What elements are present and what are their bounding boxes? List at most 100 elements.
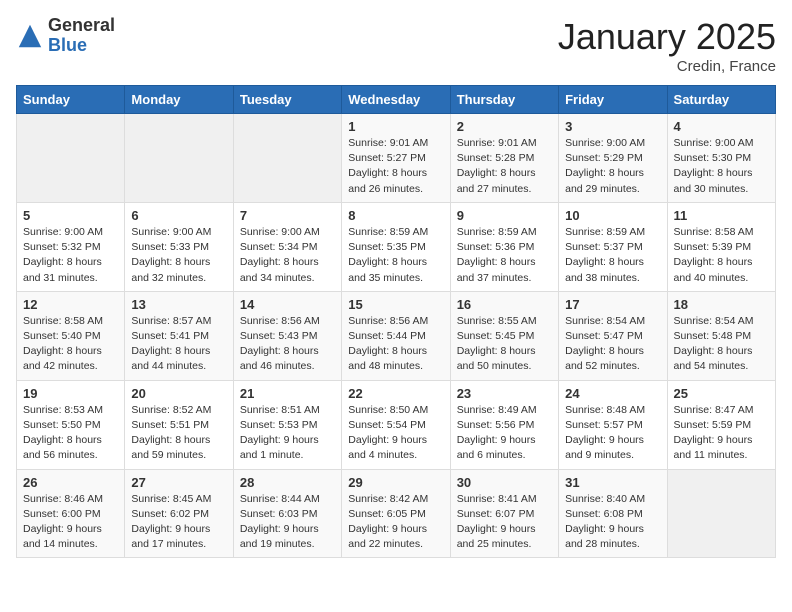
day-info: Sunrise: 8:59 AM Sunset: 5:37 PM Dayligh… <box>565 225 660 286</box>
weekday-header: Sunday <box>17 86 125 114</box>
logo: General Blue <box>16 16 115 56</box>
logo-blue: Blue <box>48 36 115 56</box>
day-number: 30 <box>457 475 552 490</box>
calendar-cell: 10 Sunrise: 8:59 AM Sunset: 5:37 PM Dayli… <box>559 202 667 291</box>
day-number: 4 <box>674 119 769 134</box>
day-number: 1 <box>348 119 443 134</box>
calendar-cell: 12Sunrise: 8:58 AM Sunset: 5:40 PM Dayli… <box>17 291 125 380</box>
day-number: 9 <box>457 208 552 223</box>
calendar-cell: 27Sunrise: 8:45 AM Sunset: 6:02 PM Dayli… <box>125 469 233 558</box>
day-number: 25 <box>674 386 769 401</box>
day-number: 7 <box>240 208 335 223</box>
calendar-week-row: 12Sunrise: 8:58 AM Sunset: 5:40 PM Dayli… <box>17 291 776 380</box>
calendar-cell: 21 Sunrise: 8:51 AM Sunset: 5:53 PM Dayli… <box>233 380 341 469</box>
calendar-cell: 4 Sunrise: 9:00 AM Sunset: 5:30 PM Daylig… <box>667 114 775 203</box>
calendar-cell: 18Sunrise: 8:54 AM Sunset: 5:48 PM Dayli… <box>667 291 775 380</box>
day-info: Sunrise: 8:56 AM Sunset: 5:43 PM Dayligh… <box>240 314 335 375</box>
day-number: 10 <box>565 208 660 223</box>
day-info: Sunrise: 9:01 AM Sunset: 5:27 PM Dayligh… <box>348 136 443 197</box>
day-info: Sunrise: 9:01 AM Sunset: 5:28 PM Dayligh… <box>457 136 552 197</box>
calendar-cell: 5Sunrise: 9:00 AM Sunset: 5:32 PM Daylig… <box>17 202 125 291</box>
day-info: Sunrise: 9:00 AM Sunset: 5:30 PM Dayligh… <box>674 136 769 197</box>
calendar-cell: 20 Sunrise: 8:52 AM Sunset: 5:51 PM Dayli… <box>125 380 233 469</box>
day-info: Sunrise: 9:00 AM Sunset: 5:29 PM Dayligh… <box>565 136 660 197</box>
calendar-cell: 22Sunrise: 8:50 AM Sunset: 5:54 PM Dayli… <box>342 380 450 469</box>
day-info: Sunrise: 8:44 AM Sunset: 6:03 PM Dayligh… <box>240 492 335 553</box>
calendar-cell: 3 Sunrise: 9:00 AM Sunset: 5:29 PM Daylig… <box>559 114 667 203</box>
day-info: Sunrise: 8:41 AM Sunset: 6:07 PM Dayligh… <box>457 492 552 553</box>
day-number: 31 <box>565 475 660 490</box>
day-number: 13 <box>131 297 226 312</box>
weekday-header: Monday <box>125 86 233 114</box>
day-number: 22 <box>348 386 443 401</box>
calendar-cell: 30 Sunrise: 8:41 AM Sunset: 6:07 PM Dayli… <box>450 469 558 558</box>
day-number: 19 <box>23 386 118 401</box>
month-title: January 2025 <box>558 16 776 58</box>
weekday-header: Wednesday <box>342 86 450 114</box>
day-number: 23 <box>457 386 552 401</box>
weekday-header: Tuesday <box>233 86 341 114</box>
calendar-cell <box>667 469 775 558</box>
day-info: Sunrise: 8:52 AM Sunset: 5:51 PM Dayligh… <box>131 403 226 464</box>
calendar-cell: 1 Sunrise: 9:01 AM Sunset: 5:27 PM Daylig… <box>342 114 450 203</box>
day-info: Sunrise: 8:47 AM Sunset: 5:59 PM Dayligh… <box>674 403 769 464</box>
day-number: 24 <box>565 386 660 401</box>
day-info: Sunrise: 8:54 AM Sunset: 5:47 PM Dayligh… <box>565 314 660 375</box>
calendar-cell: 25 Sunrise: 8:47 AM Sunset: 5:59 PM Dayli… <box>667 380 775 469</box>
logo-text: General Blue <box>48 16 115 56</box>
day-info: Sunrise: 8:53 AM Sunset: 5:50 PM Dayligh… <box>23 403 118 464</box>
day-info: Sunrise: 8:54 AM Sunset: 5:48 PM Dayligh… <box>674 314 769 375</box>
day-number: 16 <box>457 297 552 312</box>
day-info: Sunrise: 8:46 AM Sunset: 6:00 PM Dayligh… <box>23 492 118 553</box>
day-info: Sunrise: 8:51 AM Sunset: 5:53 PM Dayligh… <box>240 403 335 464</box>
calendar-cell: 14 Sunrise: 8:56 AM Sunset: 5:43 PM Dayli… <box>233 291 341 380</box>
calendar-cell: 23 Sunrise: 8:49 AM Sunset: 5:56 PM Dayli… <box>450 380 558 469</box>
day-number: 29 <box>348 475 443 490</box>
calendar-cell: 6Sunrise: 9:00 AM Sunset: 5:33 PM Daylig… <box>125 202 233 291</box>
weekday-header: Friday <box>559 86 667 114</box>
day-info: Sunrise: 8:59 AM Sunset: 5:36 PM Dayligh… <box>457 225 552 286</box>
day-number: 14 <box>240 297 335 312</box>
day-info: Sunrise: 8:49 AM Sunset: 5:56 PM Dayligh… <box>457 403 552 464</box>
calendar-cell: 7 Sunrise: 9:00 AM Sunset: 5:34 PM Daylig… <box>233 202 341 291</box>
day-number: 28 <box>240 475 335 490</box>
calendar-cell: 17 Sunrise: 8:54 AM Sunset: 5:47 PM Dayli… <box>559 291 667 380</box>
day-number: 26 <box>23 475 118 490</box>
calendar-week-row: 26 Sunrise: 8:46 AM Sunset: 6:00 PM Dayli… <box>17 469 776 558</box>
calendar-cell <box>233 114 341 203</box>
day-info: Sunrise: 9:00 AM Sunset: 5:32 PM Dayligh… <box>23 225 118 286</box>
calendar-cell: 8Sunrise: 8:59 AM Sunset: 5:35 PM Daylig… <box>342 202 450 291</box>
day-info: Sunrise: 8:40 AM Sunset: 6:08 PM Dayligh… <box>565 492 660 553</box>
calendar: SundayMondayTuesdayWednesdayThursdayFrid… <box>16 85 776 558</box>
calendar-cell: 24Sunrise: 8:48 AM Sunset: 5:57 PM Dayli… <box>559 380 667 469</box>
day-number: 3 <box>565 119 660 134</box>
day-number: 8 <box>348 208 443 223</box>
day-info: Sunrise: 8:55 AM Sunset: 5:45 PM Dayligh… <box>457 314 552 375</box>
weekday-header: Saturday <box>667 86 775 114</box>
day-number: 11 <box>674 208 769 223</box>
calendar-cell: 28 Sunrise: 8:44 AM Sunset: 6:03 PM Dayli… <box>233 469 341 558</box>
weekday-header-row: SundayMondayTuesdayWednesdayThursdayFrid… <box>17 86 776 114</box>
calendar-cell: 15Sunrise: 8:56 AM Sunset: 5:44 PM Dayli… <box>342 291 450 380</box>
calendar-cell: 13 Sunrise: 8:57 AM Sunset: 5:41 PM Dayli… <box>125 291 233 380</box>
calendar-cell: 26 Sunrise: 8:46 AM Sunset: 6:00 PM Dayli… <box>17 469 125 558</box>
calendar-cell: 2 Sunrise: 9:01 AM Sunset: 5:28 PM Daylig… <box>450 114 558 203</box>
day-number: 15 <box>348 297 443 312</box>
calendar-week-row: 19 Sunrise: 8:53 AM Sunset: 5:50 PM Dayli… <box>17 380 776 469</box>
day-number: 6 <box>131 208 226 223</box>
day-info: Sunrise: 8:42 AM Sunset: 6:05 PM Dayligh… <box>348 492 443 553</box>
day-info: Sunrise: 9:00 AM Sunset: 5:34 PM Dayligh… <box>240 225 335 286</box>
day-number: 21 <box>240 386 335 401</box>
day-info: Sunrise: 8:57 AM Sunset: 5:41 PM Dayligh… <box>131 314 226 375</box>
day-number: 17 <box>565 297 660 312</box>
day-info: Sunrise: 8:45 AM Sunset: 6:02 PM Dayligh… <box>131 492 226 553</box>
logo-icon <box>16 22 44 50</box>
day-info: Sunrise: 8:58 AM Sunset: 5:39 PM Dayligh… <box>674 225 769 286</box>
day-number: 12 <box>23 297 118 312</box>
day-number: 20 <box>131 386 226 401</box>
calendar-week-row: 1 Sunrise: 9:01 AM Sunset: 5:27 PM Daylig… <box>17 114 776 203</box>
title-block: January 2025 Credin, France <box>558 16 776 75</box>
logo-general: General <box>48 16 115 36</box>
calendar-cell <box>125 114 233 203</box>
day-number: 2 <box>457 119 552 134</box>
